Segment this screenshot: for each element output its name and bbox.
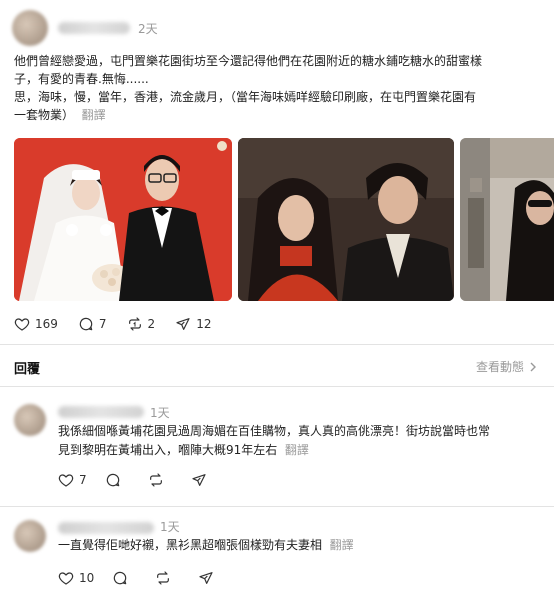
post-body-line: 思，海味，慢，當年，香港，流金歲月，（當年海味嫣咩經驗印刷廠，在屯門置樂花園有 bbox=[14, 90, 477, 104]
reply-actions: 7 bbox=[58, 472, 232, 488]
reply-time: 1天 bbox=[150, 406, 170, 420]
like-count: 7 bbox=[79, 473, 87, 487]
post-actions: 169 7 2 12 bbox=[14, 316, 231, 332]
reply-text-line: 見到黎明在黃埔出入，嗰陣大概91年左右 翻譯 bbox=[58, 443, 309, 457]
avatar[interactable] bbox=[14, 404, 46, 436]
share-button[interactable] bbox=[191, 472, 212, 488]
repost-button[interactable] bbox=[155, 570, 176, 586]
comment-bubble-icon bbox=[79, 317, 93, 331]
comment-button[interactable] bbox=[105, 472, 126, 488]
post-image-street[interactable] bbox=[460, 138, 554, 301]
send-icon bbox=[199, 572, 213, 584]
repost-icon bbox=[149, 473, 162, 487]
comment-button[interactable]: 7 bbox=[78, 316, 107, 332]
reply-time: 1天 bbox=[160, 520, 180, 534]
reply-text: 一直覺得佢哋好襯，黑衫黑超嗰張個樣勁有夫妻相 翻譯 bbox=[58, 536, 543, 555]
divider bbox=[0, 506, 554, 507]
avatar[interactable] bbox=[12, 10, 48, 46]
avatar[interactable] bbox=[14, 520, 46, 552]
post-image-wedding[interactable] bbox=[14, 138, 232, 301]
reply-text-line: 我係細個喺黃埔花園見過周海媚在百佳購物，真人真的高佻漂亮！街坊說當時也常 bbox=[58, 424, 491, 438]
post-body-line: 子，有愛的青春.無悔...... bbox=[14, 72, 149, 86]
comment-bubble-icon bbox=[114, 571, 127, 585]
like-button[interactable]: 7 bbox=[58, 472, 87, 488]
post-body-line: 他們曾經戀愛過，屯門置樂花園街坊至今還記得他們在花園附近的糖水鋪吃糖水的甜蜜樣 bbox=[14, 54, 483, 68]
send-icon bbox=[176, 318, 190, 330]
comment-button[interactable] bbox=[112, 570, 133, 586]
comment-bubble-icon bbox=[106, 473, 119, 487]
reply-text-line: 一直覺得佢哋好襯，黑衫黑超嗰張個樣勁有夫妻相 翻譯 bbox=[58, 538, 354, 552]
share-button[interactable]: 12 bbox=[175, 316, 211, 332]
like-count: 169 bbox=[35, 317, 58, 331]
post-body-line: 一套物業） 翻譯 bbox=[14, 108, 106, 122]
heart-icon bbox=[58, 572, 74, 585]
like-button[interactable]: 10 bbox=[58, 570, 94, 586]
username-blurred[interactable] bbox=[58, 406, 144, 418]
translate-link[interactable]: 翻譯 bbox=[330, 538, 354, 552]
reply-item: 1天 一直覺得佢哋好襯，黑衫黑超嗰張個樣勁有夫妻相 翻譯 10 bbox=[0, 516, 554, 602]
post-image-couple[interactable] bbox=[238, 138, 454, 301]
username-blurred[interactable] bbox=[58, 22, 130, 34]
divider bbox=[0, 344, 554, 345]
repost-button[interactable] bbox=[148, 472, 169, 488]
chevron-right-icon bbox=[530, 362, 536, 371]
share-count: 12 bbox=[196, 317, 212, 331]
username-blurred[interactable] bbox=[58, 522, 154, 534]
reply-text: 我係細個喺黃埔花園見過周海媚在百佳購物，真人真的高佻漂亮！街坊說當時也常 見到黎… bbox=[58, 422, 543, 460]
post-body: 他們曾經戀愛過，屯門置樂花園街坊至今還記得他們在花園附近的糖水鋪吃糖水的甜蜜樣 … bbox=[14, 52, 544, 124]
send-icon bbox=[192, 474, 206, 486]
repost-icon bbox=[128, 317, 141, 331]
repost-button[interactable]: 2 bbox=[127, 316, 156, 332]
view-activity-label: 查看動態 bbox=[475, 360, 524, 374]
reply-item: 1天 我係細個喺黃埔花園見過周海媚在百佳購物，真人真的高佻漂亮！街坊說當時也常 … bbox=[0, 398, 554, 498]
reply-actions: 10 bbox=[58, 570, 239, 586]
divider bbox=[0, 386, 554, 387]
like-button[interactable]: 169 bbox=[14, 316, 58, 332]
post-time: 2天 bbox=[138, 22, 158, 36]
replies-title: 回覆 bbox=[14, 362, 41, 377]
translate-link[interactable]: 翻譯 bbox=[82, 108, 106, 122]
share-button[interactable] bbox=[198, 570, 219, 586]
repost-icon bbox=[157, 571, 170, 585]
heart-icon bbox=[58, 474, 74, 487]
view-activity-link[interactable]: 查看動態 bbox=[476, 358, 538, 375]
repost-count: 2 bbox=[147, 317, 156, 331]
comment-count: 7 bbox=[98, 317, 107, 331]
post: 2天 他們曾經戀愛過，屯門置樂花園街坊至今還記得他們在花園附近的糖水鋪吃糖水的甜… bbox=[0, 0, 554, 340]
like-count: 10 bbox=[79, 571, 95, 585]
heart-icon bbox=[14, 318, 30, 331]
translate-link[interactable]: 翻譯 bbox=[285, 443, 309, 457]
